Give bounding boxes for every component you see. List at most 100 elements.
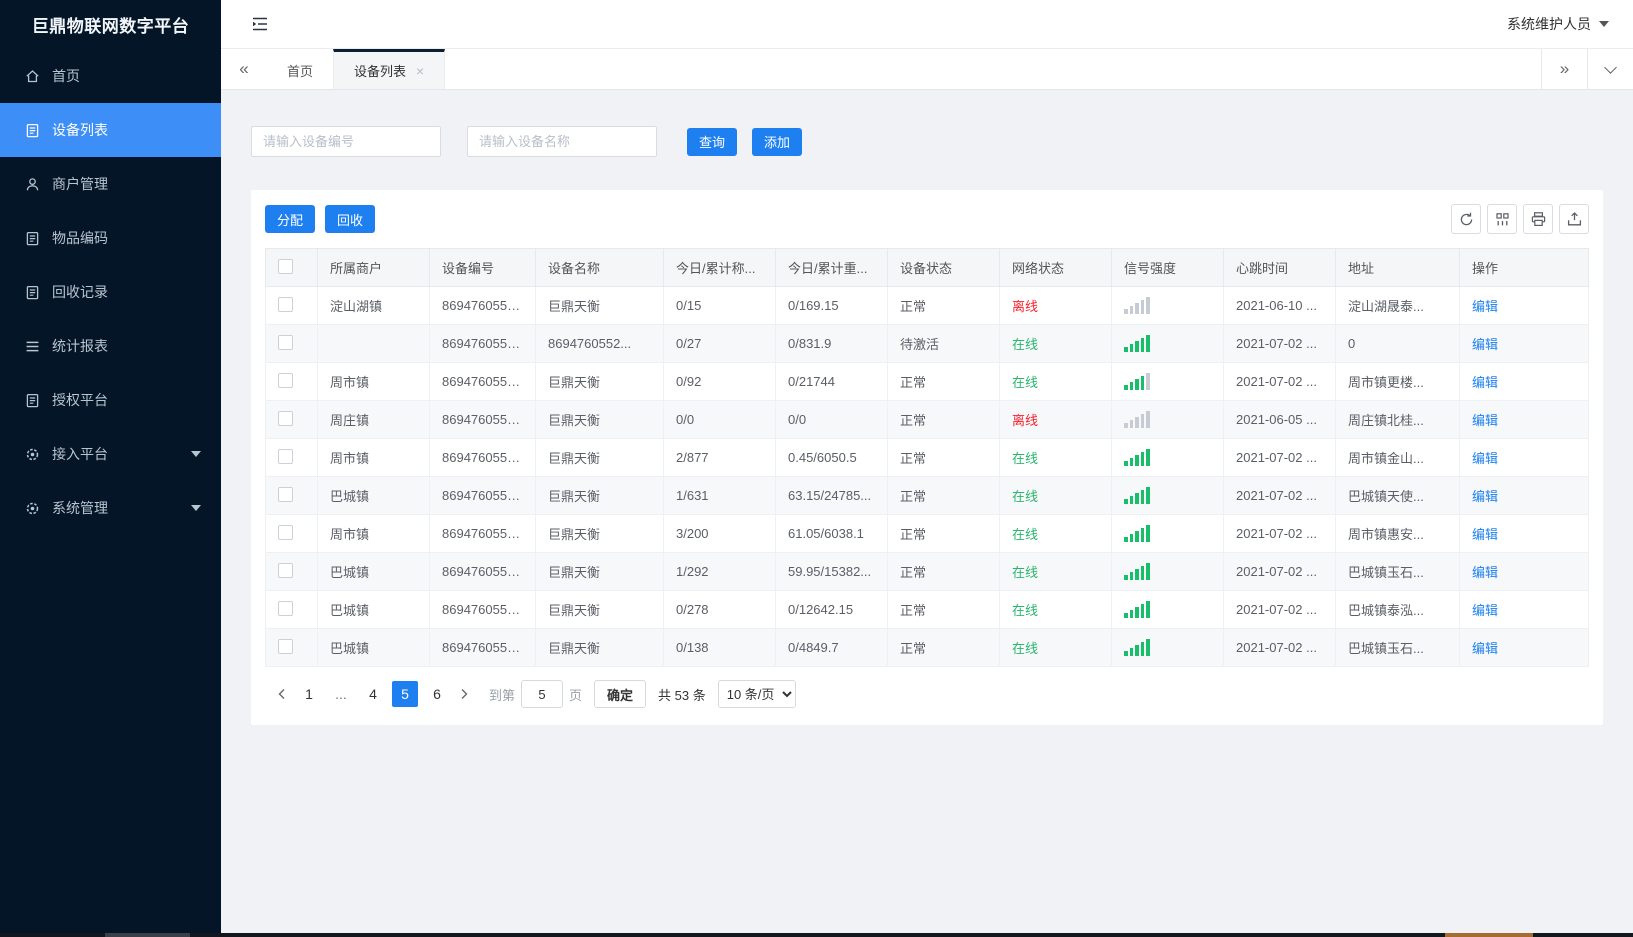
device-name-input[interactable] — [467, 126, 657, 157]
sidebar-item-6[interactable]: 授权平台 — [0, 373, 221, 427]
sidebar-item-label: 物品编码 — [52, 230, 108, 246]
row-checkbox[interactable] — [278, 448, 293, 464]
address-cell: 0 — [1335, 324, 1460, 363]
edit-link[interactable]: 编辑 — [1472, 603, 1498, 618]
today-count-cell: 0/138 — [663, 628, 776, 667]
assign-button[interactable]: 分配 — [265, 205, 316, 233]
sidebar-item-1[interactable]: 设备列表 — [0, 103, 221, 157]
row-checkbox[interactable] — [278, 486, 293, 502]
page-number-4[interactable]: 4 — [360, 681, 386, 707]
edit-link[interactable]: 编辑 — [1472, 565, 1498, 580]
tabs-scroll-right-button[interactable]: » — [1541, 49, 1587, 89]
goto-page-input[interactable] — [521, 680, 564, 708]
today-count-cell: 0/278 — [663, 590, 776, 629]
row-checkbox[interactable] — [278, 524, 293, 540]
row-checkbox[interactable] — [278, 638, 293, 654]
address-cell: 巴城镇玉石... — [1335, 552, 1460, 591]
tab-1[interactable]: 设备列表 × — [333, 49, 446, 89]
sidebar-item-5[interactable]: 统计报表 — [0, 319, 221, 373]
add-button[interactable]: 添加 — [752, 127, 803, 156]
row-checkbox-cell — [265, 476, 318, 515]
row-checkbox[interactable] — [278, 296, 293, 312]
export-icon[interactable] — [1559, 204, 1589, 234]
action-cell: 编辑 — [1459, 438, 1589, 477]
today-count-cell: 0/15 — [663, 286, 776, 325]
column-header: 操作 — [1459, 248, 1589, 287]
device-status-cell: 正常 — [887, 628, 1000, 667]
row-checkbox-cell — [265, 362, 318, 401]
today-count-cell: 1/631 — [663, 476, 776, 515]
signal-cell — [1111, 400, 1224, 439]
sidebar-item-8[interactable]: 系统管理 — [0, 481, 221, 535]
tabs-menu-button[interactable] — [1587, 49, 1633, 89]
table-header-row: 所属商户 设备编号 设备名称 今日/累计称... 今日/累计重... 设备状态 网络状态 信号… — [265, 248, 1589, 287]
address-cell: 巴城镇天使... — [1335, 476, 1460, 515]
prev-page-icon[interactable] — [271, 681, 293, 707]
today-weight-cell: 0/831.9 — [775, 324, 888, 363]
device-status-cell: 正常 — [887, 514, 1000, 553]
confirm-button[interactable]: 确定 — [594, 680, 647, 708]
page-size-select[interactable]: 10 条/页 — [717, 680, 796, 708]
row-checkbox[interactable] — [278, 410, 293, 426]
network-status-cell: 在线 — [999, 552, 1112, 591]
clipboard-icon — [24, 284, 41, 301]
columns-settings-icon[interactable] — [1487, 204, 1517, 234]
sidebar-item-2[interactable]: 商户管理 — [0, 157, 221, 211]
device-no-cell: 8694760551... — [429, 628, 536, 667]
today-weight-cell: 0/169.15 — [775, 286, 888, 325]
tab-0[interactable]: 首页 — [267, 49, 333, 89]
scrollbar-thumb[interactable] — [1445, 933, 1533, 937]
edit-link[interactable]: 编辑 — [1472, 299, 1498, 314]
edit-link[interactable]: 编辑 — [1472, 641, 1498, 656]
print-icon[interactable] — [1523, 204, 1553, 234]
sidebar-item-7[interactable]: 接入平台 — [0, 427, 221, 481]
edit-link[interactable]: 编辑 — [1472, 413, 1498, 428]
today-weight-cell: 0/0 — [775, 400, 888, 439]
table-row: 巴城镇 8694760552... 巨鼎天衡 1/631 63.15/24785... 正… — [265, 476, 1589, 515]
edit-link[interactable]: 编辑 — [1472, 337, 1498, 352]
sidebar-item-0[interactable]: 首页 — [0, 49, 221, 103]
edit-link[interactable]: 编辑 — [1472, 375, 1498, 390]
network-status-badge: 在线 — [1012, 451, 1039, 466]
network-status-badge: 在线 — [1012, 603, 1039, 618]
select-all-checkbox[interactable] — [278, 258, 293, 274]
signal-strength-icon — [1124, 449, 1211, 466]
network-status-badge: 在线 — [1012, 565, 1039, 580]
scrollbar-thumb[interactable] — [105, 933, 190, 937]
sidebar-item-3[interactable]: 物品编码 — [0, 211, 221, 265]
device-no-input[interactable] — [251, 126, 441, 157]
signal-strength-icon — [1124, 373, 1211, 390]
row-checkbox[interactable] — [278, 600, 293, 616]
action-cell: 编辑 — [1459, 476, 1589, 515]
user-menu[interactable]: 系统维护人员 — [1507, 14, 1609, 34]
device-status-cell: 正常 — [887, 476, 1000, 515]
edit-link[interactable]: 编辑 — [1472, 451, 1498, 466]
close-icon[interactable]: × — [416, 63, 424, 79]
recycle-button[interactable]: 回收 — [325, 205, 376, 233]
device-no-cell: 8694760552... — [429, 324, 536, 363]
signal-cell — [1111, 438, 1224, 477]
today-weight-cell: 0/21744 — [775, 362, 888, 401]
row-checkbox[interactable] — [278, 334, 293, 350]
sidebar-item-4[interactable]: 回收记录 — [0, 265, 221, 319]
panel-toolbar: 分配 回收 — [265, 204, 1589, 234]
edit-link[interactable]: 编辑 — [1472, 527, 1498, 542]
next-page-icon[interactable] — [453, 681, 475, 707]
page-number-5[interactable]: 5 — [392, 681, 418, 707]
row-checkbox[interactable] — [278, 562, 293, 578]
edit-link[interactable]: 编辑 — [1472, 489, 1498, 504]
signal-strength-icon — [1124, 297, 1211, 314]
page-number-1[interactable]: 1 — [296, 681, 322, 707]
row-checkbox[interactable] — [278, 372, 293, 388]
tabs-scroll-left-button[interactable]: « — [221, 49, 267, 89]
lines-icon — [24, 338, 41, 355]
goto-label: 到第 — [489, 687, 516, 703]
table-row: 巴城镇 8694760551... 巨鼎天衡 0/138 0/4849.7 正常 在线 202… — [265, 628, 1589, 667]
clipboard-icon — [24, 122, 41, 139]
horizontal-scrollbar[interactable] — [0, 933, 1633, 937]
page-number-6[interactable]: 6 — [424, 681, 450, 707]
table-row: 淀山湖镇 8694760552... 巨鼎天衡 0/15 0/169.15 正常 离线 202… — [265, 286, 1589, 325]
query-button[interactable]: 查询 — [687, 127, 738, 156]
refresh-icon[interactable] — [1451, 204, 1481, 234]
sidebar-collapse-icon[interactable] — [249, 14, 271, 34]
